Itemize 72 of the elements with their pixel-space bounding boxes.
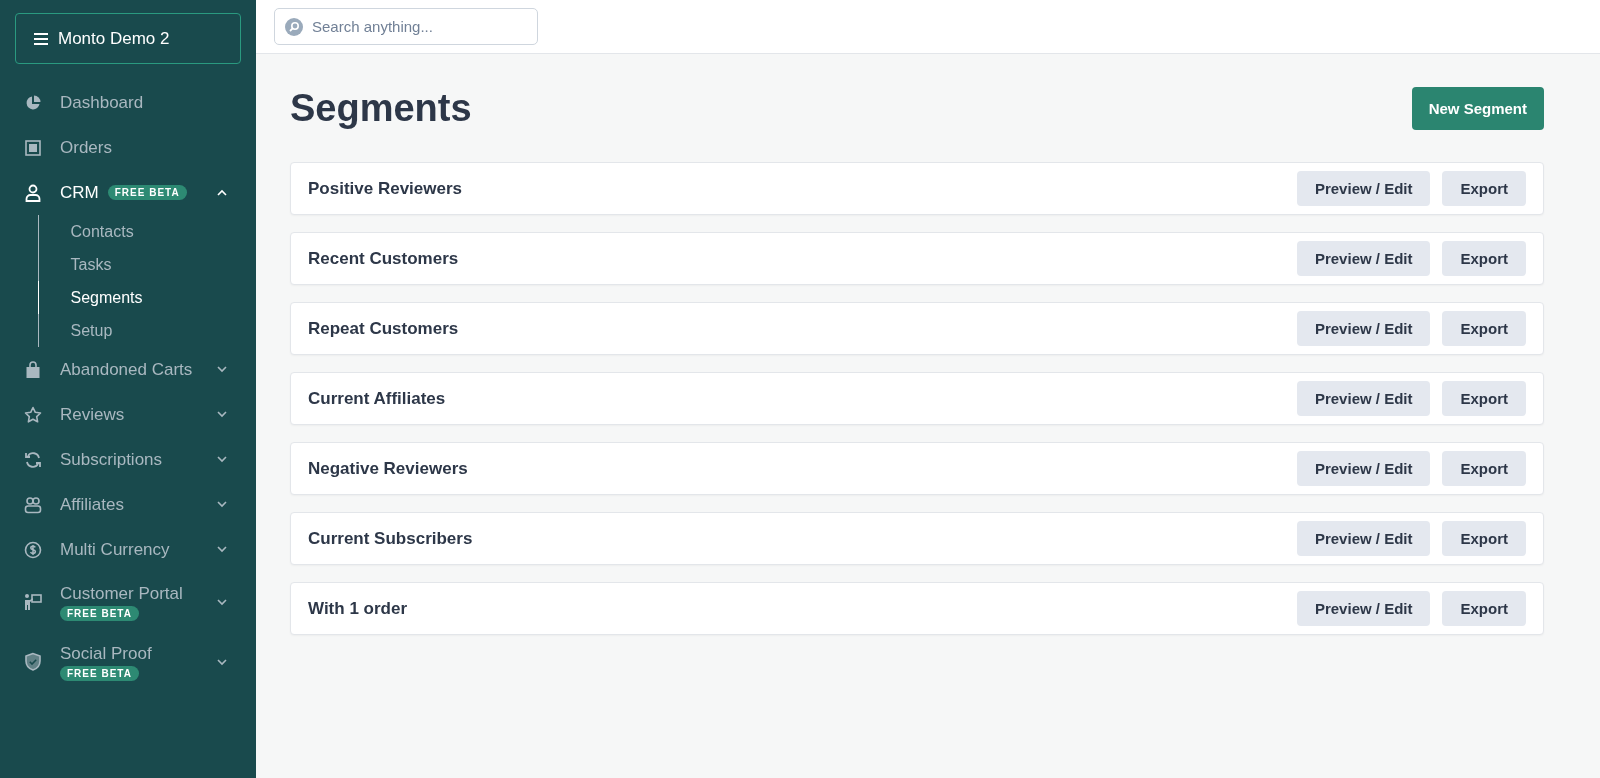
dollar-coin-icon: [24, 540, 42, 559]
chevron-down-icon[interactable]: [217, 501, 227, 508]
nav-label: Abandoned Carts: [60, 359, 193, 380]
nav-label: Reviews: [60, 404, 125, 425]
search-icon: [285, 18, 303, 36]
shopping-bag-icon: [25, 360, 41, 379]
nav-item[interactable]: Social Proof FREE BETA: [15, 632, 241, 692]
refresh-icon: [24, 450, 42, 469]
preview-edit-button[interactable]: Preview / Edit: [1296, 171, 1431, 206]
chevron-down-icon[interactable]: [217, 366, 227, 373]
menu-icon: [34, 32, 48, 45]
preview-edit-button[interactable]: Preview / Edit: [1296, 241, 1431, 276]
page-title: Segments: [290, 87, 472, 130]
segment-name: Current Affiliates: [308, 388, 447, 409]
users-icon: [24, 495, 42, 514]
presenter-board-icon: [23, 593, 43, 611]
nav-subitem[interactable]: Segments: [37, 281, 241, 314]
beta-badge: FREE BETA: [107, 185, 187, 200]
preview-edit-button[interactable]: Preview / Edit: [1296, 591, 1431, 626]
nav-label: Affiliates: [60, 494, 124, 515]
nav-item[interactable]: Subscriptions: [15, 437, 241, 482]
document-icon: [25, 139, 41, 156]
new-segment-button[interactable]: New Segment: [1411, 87, 1544, 130]
beta-badge: FREE BETA: [60, 605, 139, 621]
nav-item[interactable]: Dashboard: [15, 80, 241, 125]
segment-name: Repeat Customers: [308, 318, 460, 339]
nav-label: Multi Currency: [60, 539, 170, 560]
beta-badge: FREE BETA: [60, 665, 139, 681]
chevron-down-icon[interactable]: [217, 598, 227, 606]
nav-item[interactable]: Affiliates: [15, 482, 241, 527]
nav-item[interactable]: Orders: [15, 125, 241, 170]
segment-name: Current Subscribers: [308, 528, 474, 549]
nav-item[interactable]: Multi Currency: [15, 527, 241, 572]
star-icon: [24, 405, 42, 424]
nav-label: Subscriptions: [60, 449, 163, 470]
segment-name: Negative Reviewers: [308, 458, 469, 479]
export-button[interactable]: Export: [1442, 311, 1526, 346]
export-button[interactable]: Export: [1442, 381, 1526, 416]
shield-check-icon: [24, 652, 42, 672]
chevron-down-icon[interactable]: [217, 411, 227, 418]
nav-item[interactable]: Customer Portal FREE BETA: [15, 572, 241, 632]
nav-item[interactable]: Abandoned Carts: [15, 347, 241, 392]
user-icon: [25, 183, 41, 202]
nav-subitem[interactable]: Setup: [37, 314, 241, 347]
nav-label: Dashboard: [60, 92, 144, 113]
nav-label: Social Proof: [60, 643, 152, 664]
chevron-down-icon[interactable]: [217, 456, 227, 463]
segment-name: With 1 order: [308, 598, 409, 619]
export-button[interactable]: Export: [1442, 521, 1526, 556]
search-field[interactable]: Search anything...: [274, 8, 538, 45]
preview-edit-button[interactable]: Preview / Edit: [1296, 381, 1431, 416]
segment-name: Positive Reviewers: [308, 178, 464, 199]
chevron-up-icon[interactable]: [217, 189, 227, 196]
nav-item[interactable]: Reviews: [15, 392, 241, 437]
nav-label: Customer Portal: [60, 583, 183, 604]
nav-subitem[interactable]: Contacts: [37, 215, 241, 248]
preview-edit-button[interactable]: Preview / Edit: [1296, 521, 1431, 556]
export-button[interactable]: Export: [1442, 171, 1526, 206]
nav-label: Orders: [60, 137, 112, 158]
preview-edit-button[interactable]: Preview / Edit: [1296, 451, 1431, 486]
export-button[interactable]: Export: [1442, 451, 1526, 486]
nav-subitem[interactable]: Tasks: [37, 248, 241, 281]
nav-label: CRM: [60, 182, 99, 203]
export-button[interactable]: Export: [1442, 591, 1526, 626]
pie-chart-icon: [25, 94, 41, 111]
chevron-down-icon[interactable]: [217, 658, 227, 666]
nav-item[interactable]: CRM FREE BETA: [15, 170, 241, 215]
chevron-down-icon[interactable]: [217, 546, 227, 553]
segment-name: Recent Customers: [308, 248, 460, 269]
export-button[interactable]: Export: [1442, 241, 1526, 276]
workspace-button[interactable]: Monto Demo 2: [15, 13, 241, 64]
preview-edit-button[interactable]: Preview / Edit: [1296, 311, 1431, 346]
